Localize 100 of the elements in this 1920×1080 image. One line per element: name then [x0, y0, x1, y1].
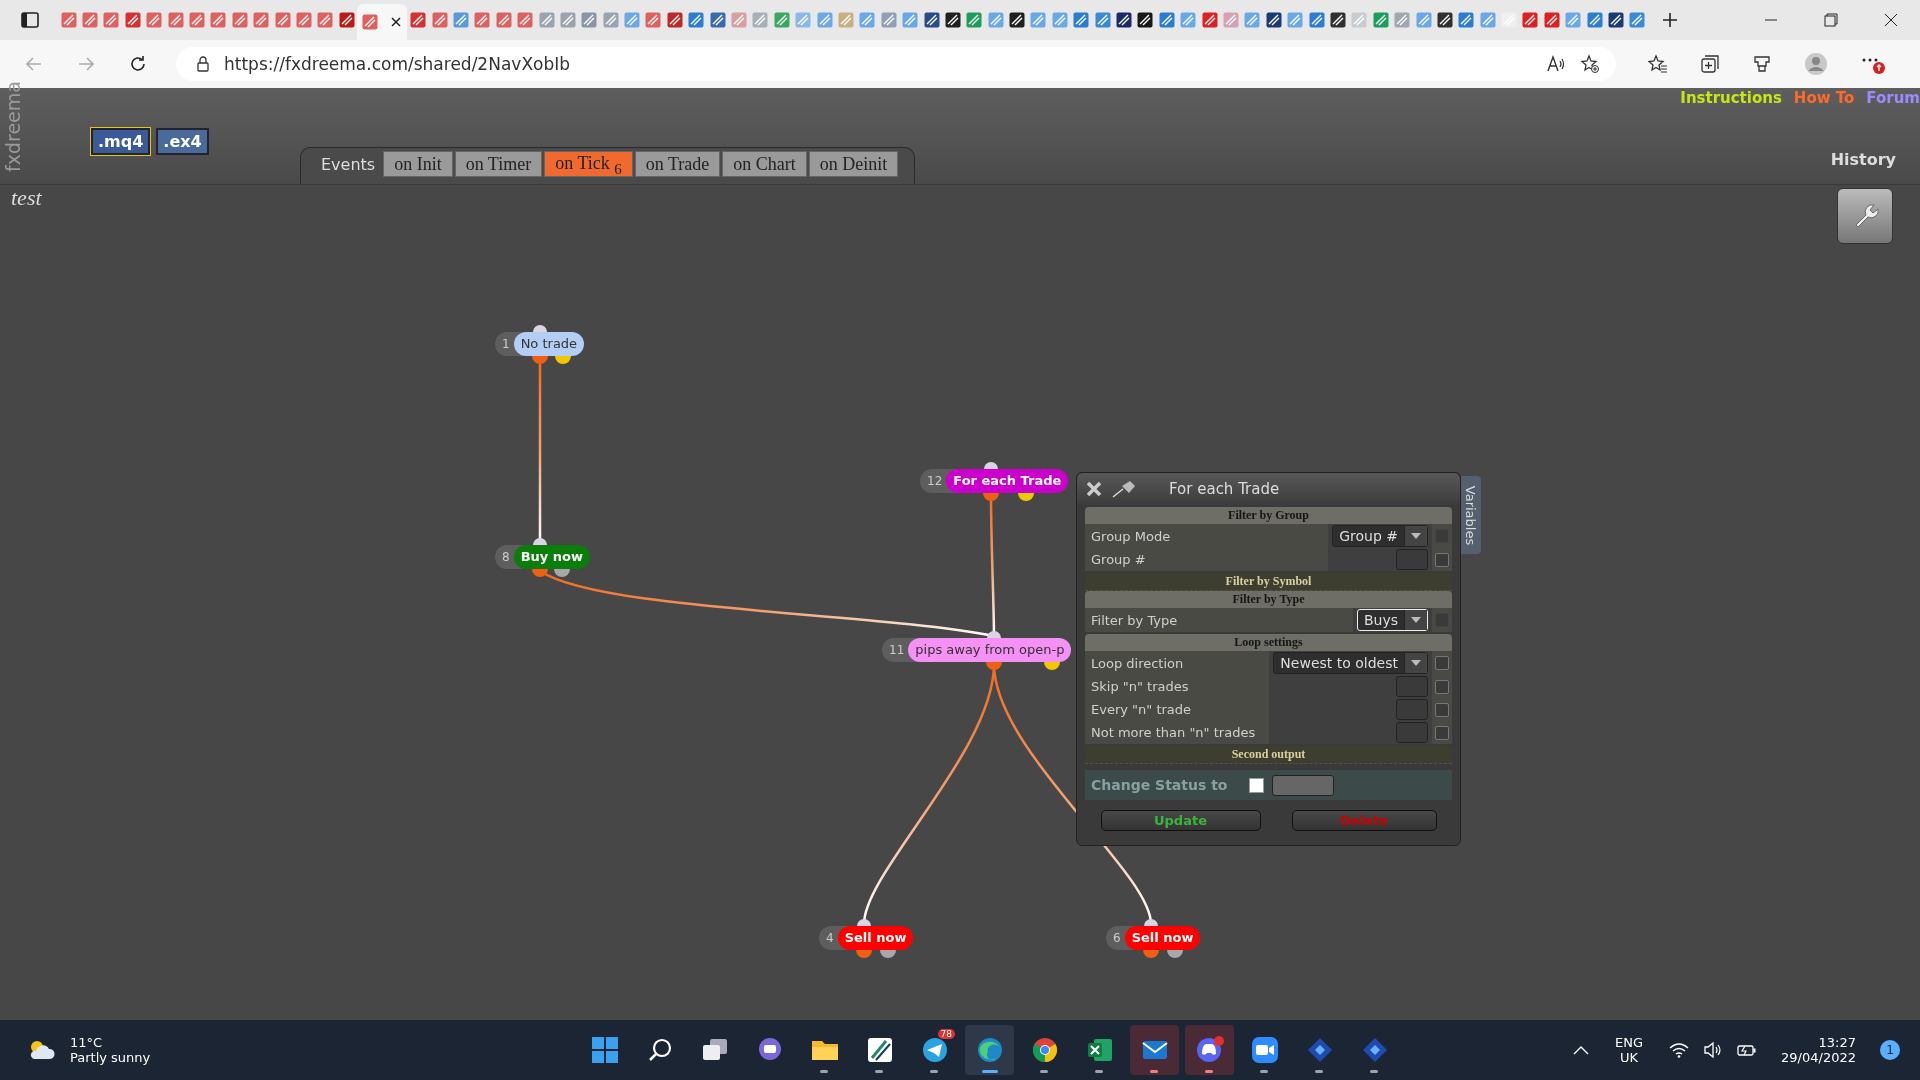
output-connector[interactable]: [983, 493, 999, 501]
output-connector[interactable]: [532, 356, 548, 364]
close-icon[interactable]: [390, 16, 403, 28]
collections-icon[interactable]: [1700, 54, 1720, 74]
export-button[interactable]: .mq4: [91, 128, 151, 155]
output-connector[interactable]: [880, 950, 896, 958]
input-connector[interactable]: [1144, 919, 1158, 926]
input-field[interactable]: [1272, 774, 1335, 796]
output-connector[interactable]: [1044, 662, 1060, 670]
pin-icon[interactable]: [1111, 479, 1137, 499]
flow-block[interactable]: Buy now: [513, 545, 590, 569]
output-connector[interactable]: [986, 662, 1002, 670]
input-field[interactable]: [1396, 722, 1428, 743]
input-connector[interactable]: [533, 325, 547, 332]
profile-icon[interactable]: [1804, 52, 1828, 76]
output-connector[interactable]: [554, 569, 570, 577]
section-heading: Filter by Group: [1085, 507, 1452, 524]
input-field[interactable]: [1396, 676, 1428, 697]
tab-actions-icon[interactable]: [20, 10, 40, 30]
running-indicator: [1205, 1070, 1213, 1073]
header-link[interactable]: Instructions: [1680, 89, 1782, 107]
taskbar-app[interactable]: [965, 1025, 1014, 1075]
output-connector[interactable]: [555, 356, 571, 364]
taskbar-app[interactable]: [1185, 1025, 1234, 1075]
checkbox[interactable]: [1435, 702, 1449, 717]
section-heading: Filter by Symbol: [1085, 573, 1452, 591]
input-connector[interactable]: [857, 919, 871, 926]
history-link[interactable]: History: [1830, 150, 1896, 169]
flow-block[interactable]: For each Trade: [946, 469, 1069, 493]
language-indicator[interactable]: ENG UK: [1615, 1035, 1644, 1065]
flow-block[interactable]: Sell now: [1124, 926, 1201, 950]
dialog-button[interactable]: Update: [1100, 810, 1261, 831]
flow-block[interactable]: No trade: [513, 332, 585, 356]
extensions-icon[interactable]: [1752, 54, 1772, 74]
checkbox[interactable]: [1435, 679, 1449, 694]
input-field[interactable]: [1396, 549, 1428, 570]
lock-icon[interactable]: [196, 56, 210, 72]
checkbox[interactable]: [1435, 656, 1449, 670]
running-indicator: [1040, 1070, 1048, 1073]
wifi-icon[interactable]: [1669, 1042, 1690, 1058]
favorites-icon[interactable]: [1648, 54, 1668, 74]
notification-badge[interactable]: 1: [1880, 1040, 1900, 1060]
add-favorite-icon[interactable]: [1580, 54, 1600, 74]
section-heading: Filter by Type: [1085, 591, 1452, 608]
video-camera-icon: [1250, 1036, 1279, 1064]
running-indicator: [1095, 1070, 1103, 1073]
flow-block[interactable]: Sell now: [837, 926, 914, 950]
address-field[interactable]: https://fxdreema.com/shared/2NavXobIb: [176, 47, 1616, 81]
checkbox[interactable]: [1435, 725, 1449, 740]
event-tab[interactable]: on Chart: [722, 151, 807, 177]
output-connector[interactable]: [1143, 950, 1159, 958]
chevron-up-icon[interactable]: [1573, 1045, 1590, 1055]
refresh-icon[interactable]: [128, 54, 148, 74]
new-tab-icon[interactable]: [1662, 12, 1679, 28]
input-connector[interactable]: [984, 462, 998, 469]
checkbox[interactable]: [1249, 777, 1265, 793]
taskbar-app[interactable]: [1130, 1025, 1179, 1075]
clock[interactable]: 13:27 29/04/2022: [1781, 1035, 1856, 1065]
section-heading: Loop settings: [1085, 634, 1452, 651]
event-tab[interactable]: on Init: [383, 151, 453, 177]
dropdown[interactable]: Newest to oldest: [1273, 652, 1428, 674]
output-connector[interactable]: [532, 569, 548, 577]
field-label: Filter by Type: [1090, 611, 1179, 630]
notification-badge: 78: [937, 1029, 955, 1039]
input-connector[interactable]: [533, 538, 547, 545]
taskbar-app[interactable]: 78: [910, 1025, 959, 1075]
read-aloud-icon[interactable]: [1546, 55, 1566, 73]
running-indicator: [982, 1070, 998, 1073]
flow-block[interactable]: pips away from open-p: [908, 638, 1072, 662]
battery-icon[interactable]: [1737, 1042, 1758, 1058]
checkbox[interactable]: [1435, 552, 1449, 567]
controller-icon: [1194, 1036, 1225, 1064]
running-indicator: [875, 1070, 883, 1073]
output-connector[interactable]: [856, 950, 872, 958]
event-tab[interactable]: on Timer: [454, 151, 543, 177]
dialog-title: For each Trade: [1169, 480, 1280, 498]
browser-icon: [975, 1036, 1004, 1064]
input-field[interactable]: [1396, 699, 1428, 720]
windows-icon: [700, 1037, 729, 1063]
tools-button[interactable]: [1837, 188, 1893, 244]
export-button[interactable]: .ex4: [156, 128, 209, 155]
speaker-icon[interactable]: [1703, 1042, 1724, 1058]
caret-icon: [1411, 617, 1421, 623]
event-tab[interactable]: on Trade: [634, 151, 721, 177]
caret-icon: [1411, 533, 1421, 539]
slash-app-icon: [865, 1036, 894, 1064]
url-text: https://fxdreema.com/shared/2NavXobIb: [224, 54, 571, 74]
output-connector[interactable]: [1167, 950, 1183, 958]
event-tab[interactable]: on Deinit: [808, 151, 899, 177]
close-icon[interactable]: [1884, 13, 1898, 27]
running-indicator: [930, 1070, 938, 1073]
running-indicator: [1370, 1070, 1378, 1073]
output-connector[interactable]: [1018, 493, 1034, 501]
variables-tab[interactable]: Variables: [1461, 476, 1481, 554]
event-tab[interactable]: on Tick $_{6}$: [544, 151, 633, 177]
mail-icon: [1140, 1038, 1169, 1062]
input-connector[interactable]: [987, 631, 1001, 638]
restore-icon[interactable]: [1824, 13, 1838, 27]
field-label: Skip "n" trades: [1090, 678, 1190, 696]
field-label: Not more than "n" trades: [1090, 724, 1257, 742]
